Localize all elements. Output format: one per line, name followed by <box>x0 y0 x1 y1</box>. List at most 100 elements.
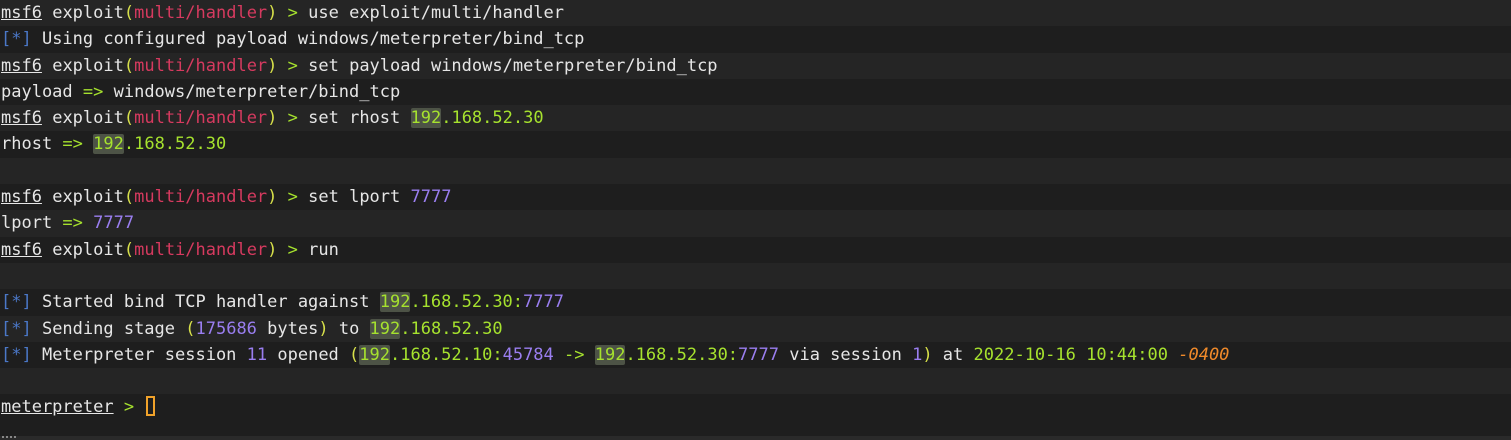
assign-arrow: => <box>52 134 94 155</box>
port-number: 7777 <box>410 187 452 208</box>
prompt-module: multi/handler <box>134 239 268 260</box>
prompt-arrow: > <box>277 108 309 129</box>
text-cursor[interactable] <box>146 396 156 417</box>
prompt-name: msf6 <box>1 239 42 260</box>
prompt-module: multi/handler <box>134 187 268 208</box>
prompt-name: msf6 <box>1 55 42 76</box>
port-number: 7777 <box>738 344 779 365</box>
prompt-paren-close: ) <box>267 108 278 129</box>
prompt-word: exploit <box>52 3 124 23</box>
output-text: Meterpreter session <box>31 344 247 365</box>
assign-arrow: => <box>72 81 114 102</box>
via-session-id: 1 <box>912 344 923 365</box>
info-marker: [*] <box>1 292 32 313</box>
terminal-blank-line <box>0 262 1511 290</box>
terminal-bottom-edge <box>0 436 1511 440</box>
terminal-line: msf6 exploit(multi/handler) > use exploi… <box>0 0 1511 27</box>
opened-text: opened <box>267 344 350 365</box>
terminal-line: [*] Sending stage (175686 bytes) to 192.… <box>0 315 1511 342</box>
ip-highlight: 192 <box>410 108 442 129</box>
prompt-paren-open: ( <box>123 55 135 76</box>
prompt-arrow: > <box>277 239 309 260</box>
port-number: 7777 <box>523 292 564 313</box>
output-text: Sending stage <box>31 318 186 339</box>
prompt-word: exploit <box>52 55 124 76</box>
prompt-name: msf6 <box>1 108 42 129</box>
resize-grip-icon[interactable] <box>2 436 16 440</box>
meterpreter-prompt: meterpreter <box>1 397 114 418</box>
ip-highlight: 192 <box>359 344 390 365</box>
assign-arrow: => <box>52 213 94 234</box>
prompt-paren-open: ( <box>123 187 135 208</box>
paren-close: ) <box>922 344 933 365</box>
ip-address: .168.52.30: <box>410 292 524 313</box>
terminal-blank-line <box>0 368 1511 395</box>
terminal-window[interactable]: msf6 exploit(multi/handler) > use exploi… <box>0 0 1511 440</box>
ip-address: .168.52.30 <box>441 108 544 129</box>
port-number: 7777 <box>93 213 135 234</box>
timezone-offset: -0400 <box>1178 344 1230 365</box>
terminal-line: rhost => 192.168.52.30 <box>0 131 1511 157</box>
ip-highlight: 192 <box>93 134 124 155</box>
option-key: rhost <box>1 134 53 155</box>
command-text: set payload windows/meterpreter/bind_tcp <box>308 55 718 76</box>
prompt-paren-close: ) <box>267 3 278 23</box>
terminal-blank-line <box>0 157 1511 185</box>
session-id: 11 <box>246 344 268 365</box>
port-number: 45784 <box>502 344 554 365</box>
prompt-arrow: > <box>277 3 309 23</box>
terminal-line: msf6 exploit(multi/handler) > set rhost … <box>0 105 1511 132</box>
terminal-line: msf6 exploit(multi/handler) > set payloa… <box>0 52 1511 79</box>
prompt-word: exploit <box>52 239 124 260</box>
command-text: use exploit/multi/handler <box>308 3 565 23</box>
ip-address: .168.52.30 <box>123 134 227 155</box>
prompt-paren-close: ) <box>267 239 278 260</box>
prompt-name: msf6 <box>1 187 42 208</box>
prompt-paren-open: ( <box>123 3 135 23</box>
output-text: Started bind TCP handler against <box>31 292 380 313</box>
option-key: lport <box>1 213 53 234</box>
prompt-module: multi/handler <box>134 108 268 129</box>
terminal-line: msf6 exploit(multi/handler) > run <box>0 237 1511 263</box>
option-key: payload <box>1 81 73 102</box>
prompt-module: multi/handler <box>134 55 268 76</box>
byte-count: 175686 <box>195 318 257 339</box>
at-text: at <box>932 344 974 365</box>
command-text: run <box>308 239 339 260</box>
connection-arrow: -> <box>553 344 595 365</box>
terminal-line: msf6 exploit(multi/handler) > set lport … <box>0 184 1511 210</box>
to-text: to <box>328 318 370 339</box>
ip-highlight: 192 <box>369 318 401 339</box>
timestamp: 2022-10-16 10:44:00 <box>973 344 1168 365</box>
terminal-line: [*] Started bind TCP handler against 192… <box>0 289 1511 315</box>
paren-open: ( <box>349 344 360 365</box>
prompt-word: exploit <box>52 187 124 208</box>
command-text: set rhost <box>308 108 411 129</box>
prompt-arrow: > <box>277 187 309 208</box>
ip-address: .168.52.10: <box>390 344 503 365</box>
info-marker: [*] <box>1 29 32 50</box>
terminal-input-line[interactable]: meterpreter > <box>0 394 1511 420</box>
prompt-name: msf6 <box>1 3 42 23</box>
paren-open: ( <box>185 318 196 339</box>
bytes-label: bytes <box>256 318 319 339</box>
ip-address: .168.52.30 <box>400 318 503 339</box>
terminal-line: [*] Meterpreter session 11 opened (192.1… <box>0 342 1511 368</box>
prompt-paren-close: ) <box>267 187 278 208</box>
info-marker: [*] <box>1 344 32 365</box>
prompt-arrow: > <box>277 55 309 76</box>
via-text: via session <box>779 344 913 365</box>
prompt-arrow: > <box>113 397 145 418</box>
prompt-module: multi/handler <box>134 3 268 23</box>
command-text: set lport <box>308 187 411 208</box>
paren-close: ) <box>318 318 329 339</box>
prompt-paren-close: ) <box>267 55 278 76</box>
ip-highlight: 192 <box>379 292 411 313</box>
terminal-line: lport => 7777 <box>0 210 1511 237</box>
output-text: Using configured payload windows/meterpr… <box>31 29 585 50</box>
prompt-paren-open: ( <box>123 239 135 260</box>
prompt-word: exploit <box>52 108 124 129</box>
prompt-paren-open: ( <box>123 108 135 129</box>
ip-address: .168.52.30: <box>625 344 739 365</box>
terminal-line: [*] Using configured payload windows/met… <box>0 26 1511 52</box>
